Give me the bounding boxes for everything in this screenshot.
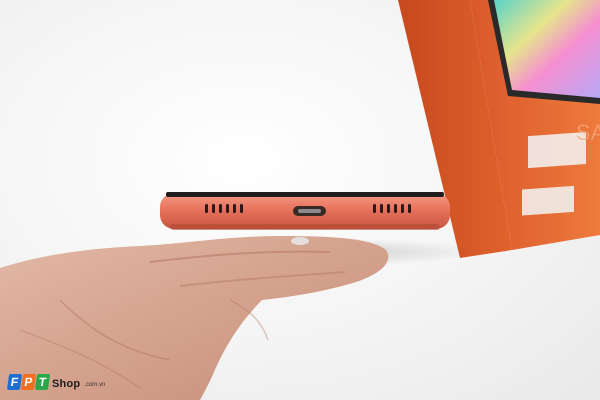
- shop-label: Shop: [52, 378, 81, 390]
- fpt-logo-t: T: [34, 374, 51, 390]
- fpt-logo-p: P: [20, 374, 37, 390]
- box-side-mark: SA: [576, 120, 600, 145]
- photo-illustration: SA: [0, 0, 600, 400]
- photo-scene: SA F P T Shop .com.vn: [0, 0, 600, 400]
- fpt-logo: F P T: [6, 374, 51, 390]
- fptshop-watermark: F P T Shop .com.vn: [6, 374, 106, 390]
- usb-port: [293, 206, 326, 216]
- domain-suffix: .com.vn: [84, 382, 106, 388]
- fpt-logo-f: F: [6, 374, 23, 390]
